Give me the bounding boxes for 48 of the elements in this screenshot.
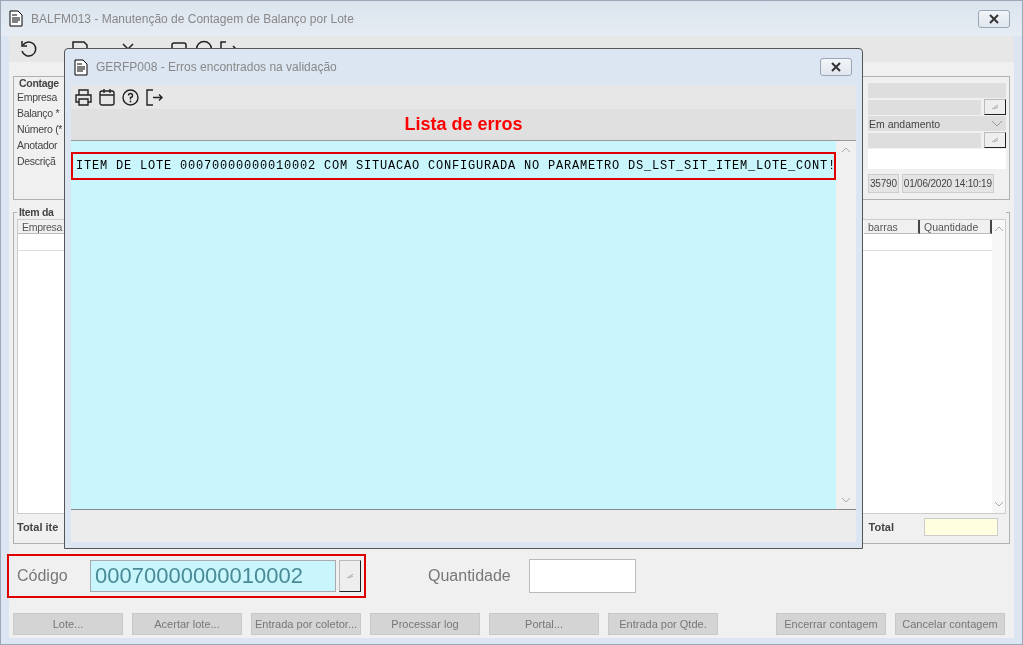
total-label: Total ite bbox=[17, 521, 59, 533]
field-label: Descriçã bbox=[17, 154, 57, 169]
window-title: BALFM013 - Manutenção de Contagem de Balanço por Lote bbox=[31, 11, 355, 26]
scrollbar[interactable] bbox=[836, 141, 856, 509]
chevron-down-icon bbox=[991, 119, 1003, 128]
refresh-icon[interactable] bbox=[19, 40, 37, 58]
calendar-icon[interactable] bbox=[99, 88, 115, 106]
exit-icon[interactable] bbox=[146, 88, 163, 106]
chevron-up-icon bbox=[993, 226, 1004, 232]
field-label: Número (* bbox=[17, 122, 63, 137]
code-label: Código bbox=[17, 567, 69, 585]
field-label: Empresa bbox=[17, 90, 59, 105]
column-header[interactable]: barras bbox=[864, 220, 920, 234]
field-label: Anotador bbox=[17, 138, 59, 153]
dialog-title: GERFP008 - Erros encontrados na validação bbox=[96, 60, 338, 74]
lookup-button[interactable] bbox=[339, 560, 361, 592]
list-heading: Lista de erros bbox=[404, 114, 523, 135]
annotator-field[interactable] bbox=[868, 132, 981, 148]
close-icon bbox=[987, 13, 1001, 24]
quantity-field[interactable] bbox=[529, 559, 636, 593]
company-field[interactable] bbox=[868, 83, 1006, 98]
chevron-down-icon bbox=[841, 497, 851, 503]
dots-icon bbox=[346, 573, 354, 579]
total-label: Total bbox=[868, 521, 894, 533]
dots-icon bbox=[991, 137, 999, 143]
scrollbar[interactable] bbox=[992, 220, 1005, 513]
error-item[interactable]: ITEM DE LOTE 00070000000010002 COM SITUACAO CONFIGURADA NO PARAMETRO DS_LST_SIT_ITEM_LOTE_CONT! bbox=[71, 152, 836, 180]
document-icon bbox=[9, 10, 23, 27]
number-field: 35790 bbox=[868, 174, 899, 193]
lookup-button[interactable] bbox=[984, 132, 1006, 148]
close-button[interactable] bbox=[978, 9, 1010, 28]
date-field: 01/06/2020 14:10:19 bbox=[901, 174, 994, 193]
lookup-button[interactable] bbox=[984, 99, 1006, 115]
dots-icon bbox=[991, 104, 999, 110]
column-header[interactable]: Quantidade bbox=[920, 220, 992, 234]
chevron-up-icon bbox=[841, 147, 851, 153]
help-icon[interactable] bbox=[122, 88, 139, 106]
chevron-down-icon bbox=[993, 501, 1004, 507]
close-button[interactable] bbox=[820, 58, 852, 76]
group-title: Contage bbox=[17, 77, 61, 89]
close-icon bbox=[829, 62, 843, 72]
field-label: Balanço * bbox=[17, 106, 61, 121]
description-field[interactable] bbox=[868, 149, 1006, 169]
print-icon[interactable] bbox=[75, 88, 92, 106]
code-field[interactable]: 00070000000010002 bbox=[90, 560, 336, 592]
document-icon bbox=[74, 58, 88, 76]
status-select[interactable]: Em andamento bbox=[868, 116, 1006, 131]
quantity-label: Quantidade bbox=[428, 567, 512, 585]
